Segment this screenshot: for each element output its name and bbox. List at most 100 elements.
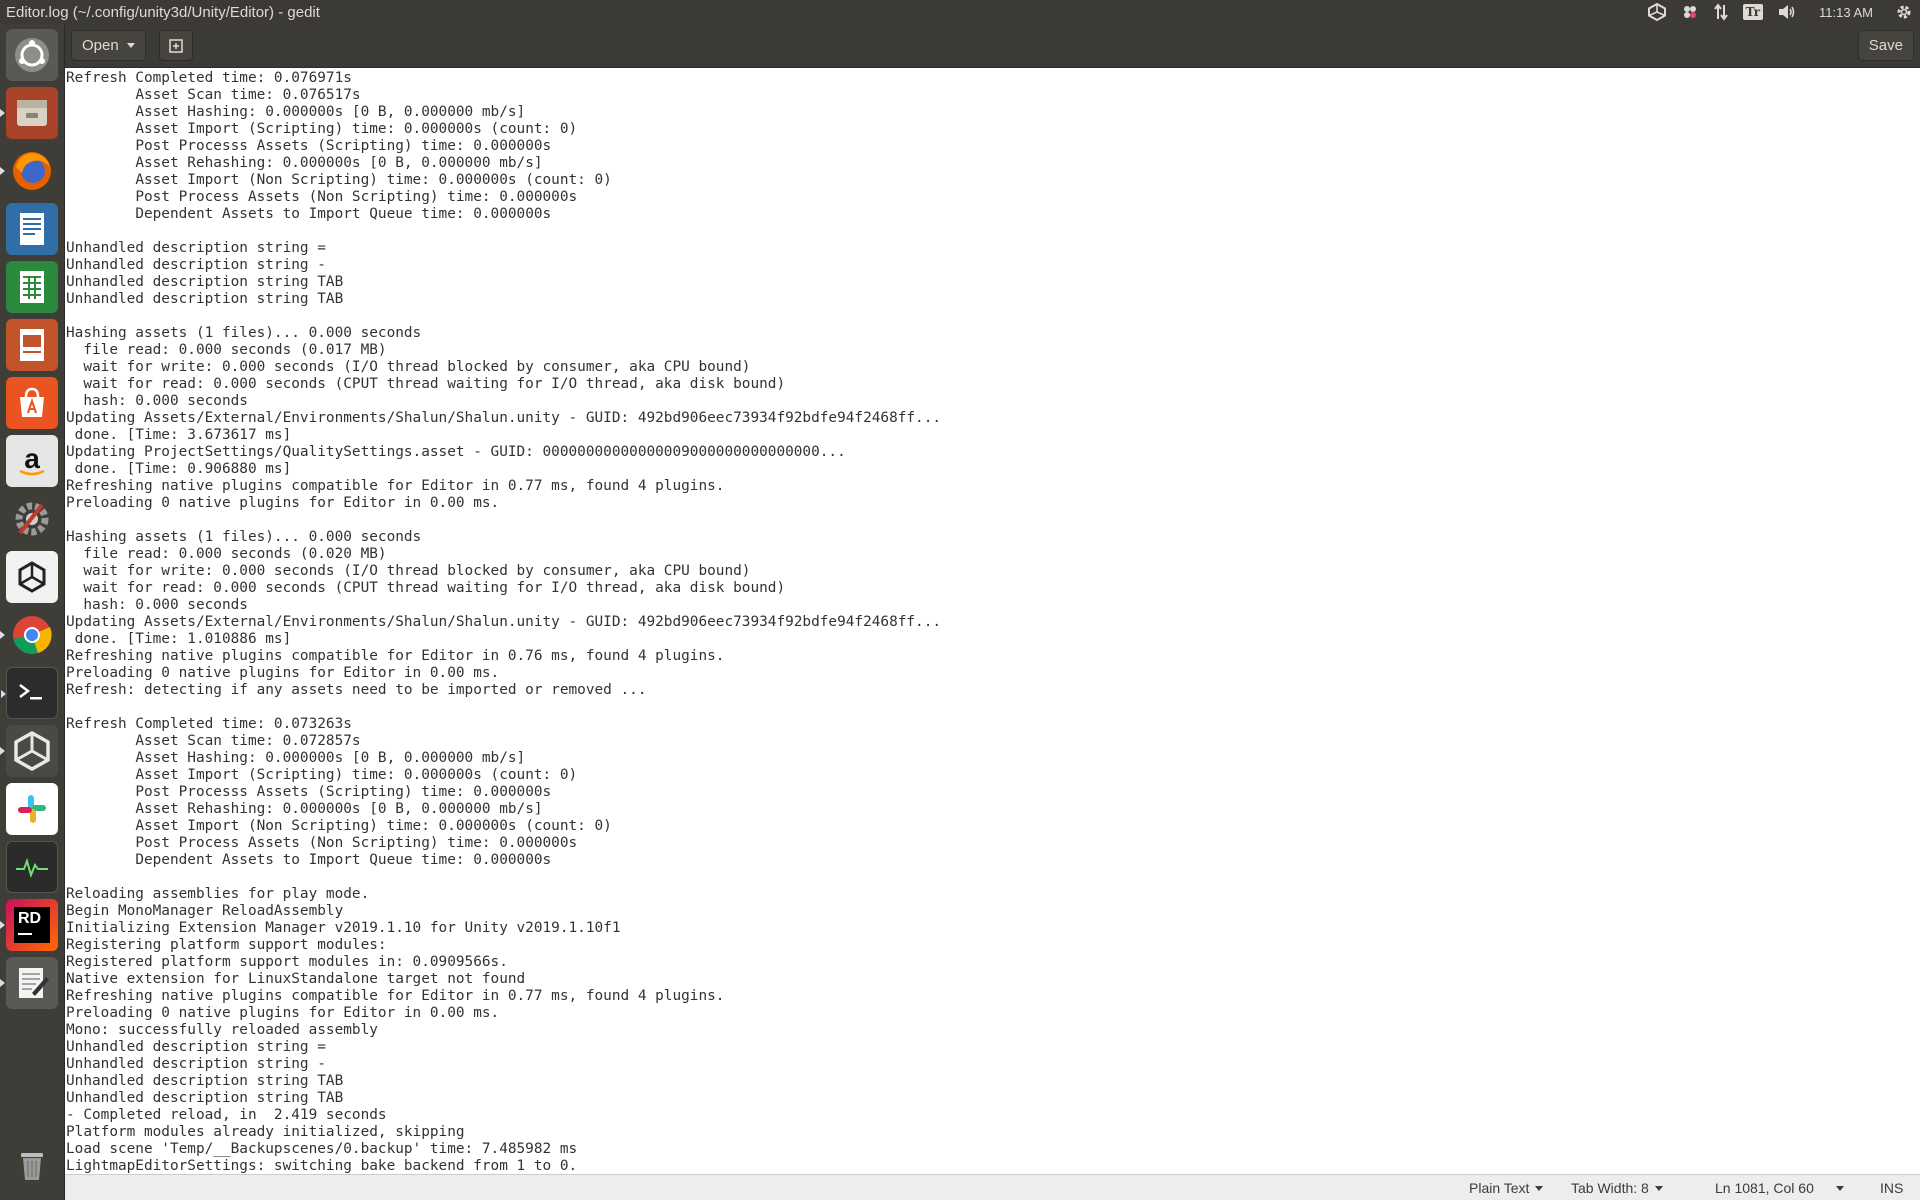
editor-line: Registered platform support modules in: … [66,954,508,970]
trash-icon [21,1153,43,1180]
editor-line: Refresh: detecting if any assets need to… [66,682,647,698]
launcher-settings[interactable] [6,493,58,545]
editor-line: Unhandled description string TAB [66,1090,344,1106]
editor-line: Refreshing native plugins compatible for… [66,988,725,1004]
launcher-gedit[interactable] [0,957,58,1009]
cursor-position-selector[interactable]: Ln 1081, Col 60 [1715,1175,1844,1201]
editor-line: Asset Import (Non Scripting) time: 0.000… [66,172,612,188]
launcher-unity-hub[interactable] [6,551,58,603]
tab-width-selector[interactable]: Tab Width: 8 [1571,1175,1663,1201]
editor-line: Post Processs Assets (Scripting) time: 0… [66,784,552,800]
launcher-chrome[interactable] [0,609,58,661]
header-bar: Open Save [65,24,1920,68]
editor-line: Mono: successfully reloaded assembly [66,1022,378,1038]
editor-line: Unhandled description string TAB [66,274,344,290]
indicator-area: Tr 11:13 AM [1640,0,1920,24]
system-monitor-icon [16,857,48,879]
launcher-writer[interactable] [6,203,58,255]
editor-text[interactable]: Refresh Completed time: 0.076971s Asset … [65,68,1920,1174]
editor-line: Unhandled description string TAB [66,291,344,307]
insert-mode-indicator[interactable]: INS [1880,1175,1903,1201]
editor-line: Asset Import (Non Scripting) time: 0.000… [66,818,612,834]
launcher-impress[interactable] [6,319,58,371]
editor-line: Unhandled description string = [66,240,326,256]
editor-line: Preloading 0 native plugins for Editor i… [66,1005,500,1021]
network-icon[interactable] [1706,0,1736,24]
tab-width-label: Tab Width: 8 [1571,1180,1649,1196]
editor-line: Unhandled description string - [66,257,326,273]
rider-label: RD [18,910,42,927]
editor-line: file read: 0.000 seconds (0.017 MB) [66,342,387,358]
editor-line: Asset Rehashing: 0.000000s [0 B, 0.00000… [66,801,543,817]
editor-line: Asset Import (Scripting) time: 0.000000s… [66,767,578,783]
editor-line: Hashing assets (1 files)... 0.000 second… [66,529,422,545]
chrome-icon [13,616,52,654]
launcher-software[interactable] [6,377,58,429]
editor-line: LightmapEditorSettings: switching bake b… [66,1158,578,1174]
save-button-label: Save [1868,37,1903,54]
libreoffice-impress-icon [20,329,44,361]
launcher-rider[interactable]: RD [0,899,58,951]
language-label: Plain Text [1469,1180,1530,1196]
terminal-icon [19,684,42,700]
open-button[interactable]: Open [71,30,146,61]
keyboard-layout-icon[interactable]: Tr [1736,0,1770,24]
editor-line: Post Process Assets (Non Scripting) time… [66,835,578,851]
libreoffice-writer-icon [20,213,44,245]
editor-line: done. [Time: 3.673617 ms] [66,427,292,443]
save-button[interactable]: Save [1857,30,1914,61]
top-panel: Editor.log (~/.config/unity3d/Unity/Edit… [0,0,1920,24]
svg-text:a: a [24,443,40,474]
launcher-files[interactable] [0,87,58,139]
launcher-terminal[interactable] [1,667,58,719]
clock-label: 11:13 AM [1819,4,1873,20]
launcher: a RD [0,24,65,1200]
clock[interactable]: 11:13 AM [1804,0,1888,24]
slack-notification-icon[interactable] [1674,0,1706,24]
editor-line: hash: 0.000 seconds [66,393,248,409]
editor-line: Dependent Assets to Import Queue time: 0… [66,206,552,222]
editor-line: Refresh Completed time: 0.076971s [66,70,352,86]
text-editor[interactable]: Refresh Completed time: 0.076971s Asset … [65,68,1920,1174]
editor-line: Initializing Extension Manager v2019.1.1… [66,920,621,936]
editor-line: Asset Hashing: 0.000000s [0 B, 0.000000 … [66,104,526,120]
chevron-down-icon [126,43,135,48]
launcher-trash[interactable] [6,1139,58,1191]
launcher-slack[interactable] [6,783,58,835]
unity-icon[interactable] [1640,0,1674,24]
launcher-unity-editor[interactable] [0,725,58,777]
editor-line: Load scene 'Temp/__Backupscenes/0.backup… [66,1141,578,1157]
rider-icon: RD [14,907,50,943]
language-selector[interactable]: Plain Text [1469,1175,1544,1201]
editor-line: Post Processs Assets (Scripting) time: 0… [66,138,552,154]
editor-line: Platform modules already initialized, sk… [66,1124,465,1140]
launcher-amazon[interactable]: a [6,435,58,487]
editor-line: Unhandled description string TAB [66,1073,344,1089]
launcher-dash-home[interactable] [6,29,58,81]
launcher-firefox[interactable] [0,145,58,197]
ubuntu-software-icon [20,387,44,417]
editor-line: done. [Time: 0.906880 ms] [66,461,292,477]
new-tab-icon [169,38,183,53]
editor-line: file read: 0.000 seconds (0.020 MB) [66,546,387,562]
editor-line: Native extension for LinuxStandalone tar… [66,971,526,987]
editor-line: Post Process Assets (Non Scripting) time… [66,189,578,205]
launcher-calc[interactable] [6,261,58,313]
editor-line: Asset Rehashing: 0.000000s [0 B, 0.00000… [66,155,543,171]
editor-line: Preloading 0 native plugins for Editor i… [66,665,500,681]
editor-line: done. [Time: 1.010886 ms] [66,631,292,647]
editor-line: Unhandled description string - [66,1056,326,1072]
editor-line: Begin MonoManager ReloadAssembly [66,903,344,919]
editor-line: Asset Hashing: 0.000000s [0 B, 0.000000 … [66,750,526,766]
open-button-label: Open [82,37,119,54]
editor-line: Asset Scan time: 0.076517s [66,87,361,103]
volume-icon[interactable] [1770,0,1804,24]
system-settings-icon [15,502,49,536]
editor-line: wait for read: 0.000 seconds (CPUT threa… [66,376,786,392]
editor-line: Refreshing native plugins compatible for… [66,648,725,664]
editor-line: Updating ProjectSettings/QualitySettings… [66,444,846,460]
gear-icon[interactable] [1888,0,1920,24]
editor-line: Asset Import (Scripting) time: 0.000000s… [66,121,578,137]
launcher-system-monitor[interactable] [6,841,58,893]
new-document-button[interactable] [159,30,193,61]
